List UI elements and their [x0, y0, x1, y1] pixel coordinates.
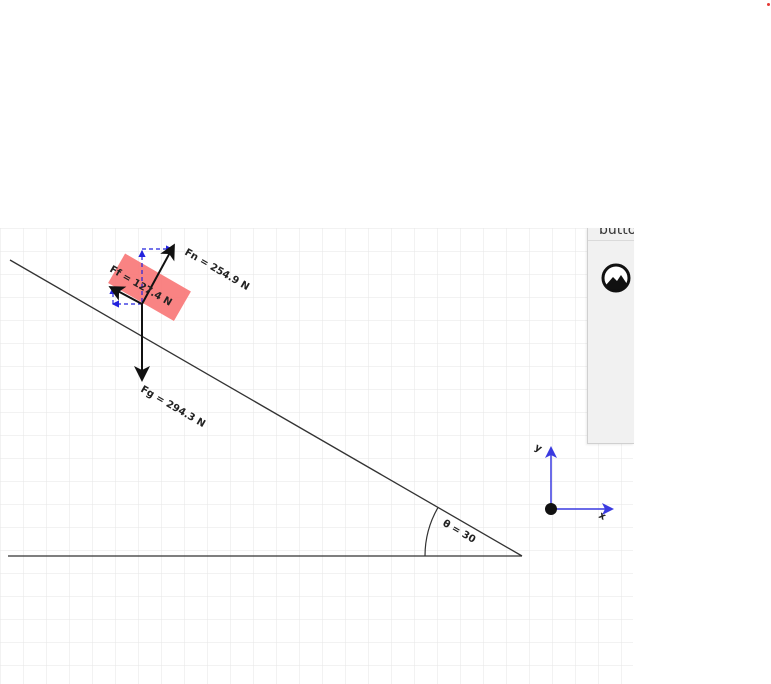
axis-origin-handle[interactable] — [545, 503, 557, 515]
panel-button-label[interactable]: butto — [599, 228, 634, 238]
panel-divider — [588, 240, 634, 241]
notification-dot — [767, 3, 770, 6]
diagram-canvas[interactable]: θ = 30 Fn = 254.9 N Ff = 127.4 N Fg = 29… — [0, 228, 633, 684]
grid-background — [0, 228, 633, 684]
tool-panel: butto — [587, 228, 634, 444]
mountain-icon[interactable] — [600, 262, 632, 294]
